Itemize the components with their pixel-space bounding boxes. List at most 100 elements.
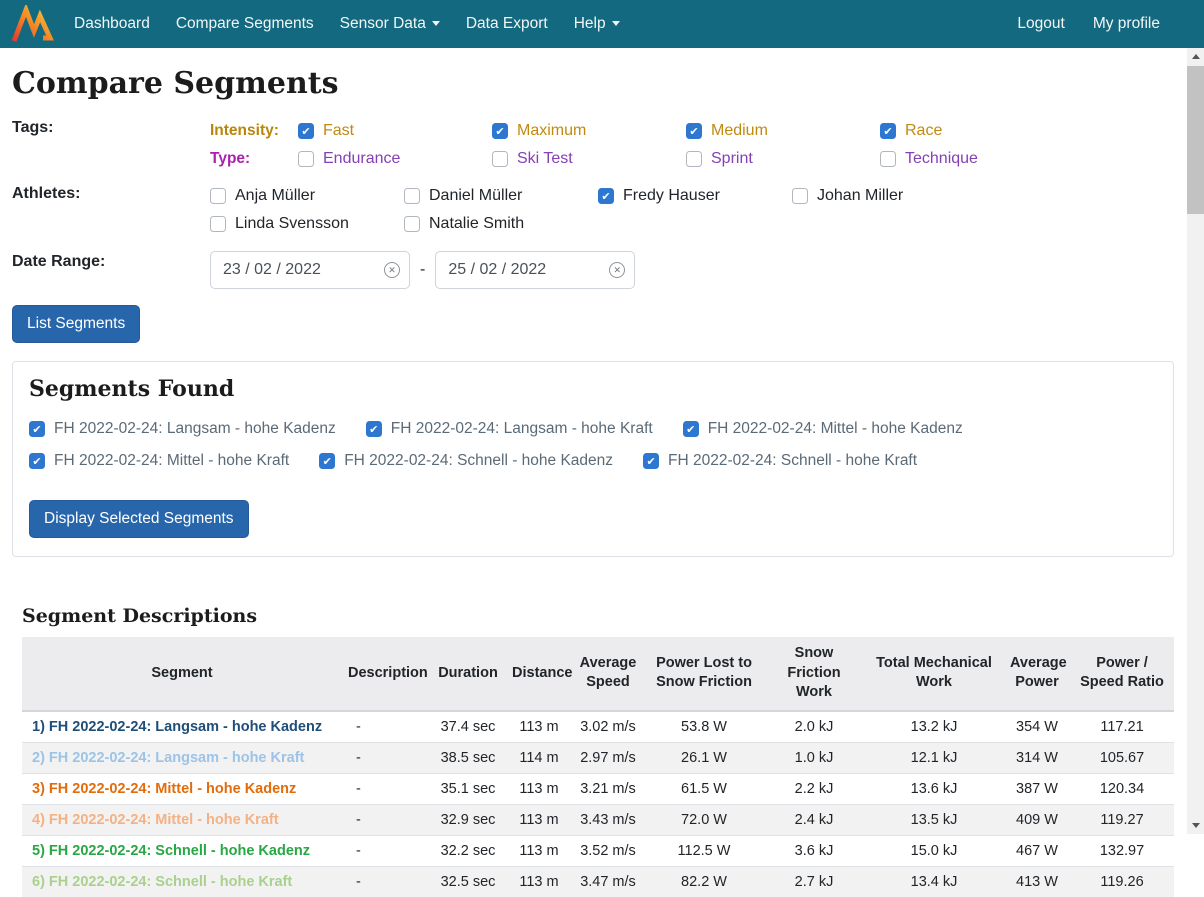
checkbox-option-linda-svensson[interactable]: Linda Svensson — [210, 211, 404, 237]
checkbox-label: FH 2022-02-24: Langsam - hohe Kadenz — [54, 420, 336, 438]
nav-item-dashboard[interactable]: Dashboard — [74, 15, 150, 33]
tags-content: Intensity: ✔Fast✔Maximum✔Medium✔Race Typ… — [210, 117, 1074, 173]
scrollbar-up-arrow[interactable] — [1187, 48, 1204, 65]
checkbox-option-fh-2022-02-24-langsam-hohe-kadenz[interactable]: ✔ FH 2022-02-24: Langsam - hohe Kadenz — [29, 416, 336, 442]
checkbox-checked-icon[interactable]: ✔ — [298, 123, 314, 139]
table-cell: 13.5 kJ — [864, 804, 1004, 835]
table-cell: 132.97 — [1070, 835, 1174, 866]
segment-descriptions-section: Segment Descriptions SegmentDescriptionD… — [12, 605, 1174, 897]
nav-item-sensor-data[interactable]: Sensor Data — [340, 15, 440, 33]
scrollbar-down-arrow[interactable] — [1187, 817, 1204, 834]
checkbox-label: FH 2022-02-24: Schnell - hohe Kadenz — [344, 452, 613, 470]
intensity-label: Intensity: — [210, 122, 298, 140]
nav-item-logout[interactable]: Logout — [1017, 15, 1064, 33]
checkbox-checked-icon[interactable]: ✔ — [598, 188, 614, 204]
table-cell: 2.4 kJ — [764, 804, 864, 835]
intensity-row: Intensity: ✔Fast✔Maximum✔Medium✔Race — [210, 117, 1074, 145]
nav-item-my-profile[interactable]: My profile — [1093, 15, 1160, 33]
table-cell: 1.0 kJ — [764, 742, 864, 773]
checkbox-label: FH 2022-02-24: Schnell - hohe Kraft — [668, 452, 917, 470]
date-from-input[interactable] — [210, 251, 410, 289]
checkbox-option-fh-2022-02-24-mittel-hohe-kadenz[interactable]: ✔ FH 2022-02-24: Mittel - hohe Kadenz — [683, 416, 963, 442]
checkbox-unchecked-icon[interactable] — [210, 188, 226, 204]
segment-name-cell: 3) FH 2022-02-24: Mittel - hohe Kadenz — [22, 773, 342, 804]
checkbox-unchecked-icon[interactable] — [404, 216, 420, 232]
checkbox-label: Endurance — [323, 150, 400, 168]
checkbox-unchecked-icon[interactable] — [492, 151, 508, 167]
checkbox-option-natalie-smith[interactable]: Natalie Smith — [404, 211, 598, 237]
date-to-input[interactable] — [435, 251, 635, 289]
checkbox-option-fast[interactable]: ✔Fast — [298, 118, 492, 144]
table-cell: 72.0 W — [644, 804, 764, 835]
display-selected-segments-button[interactable]: Display Selected Segments — [29, 500, 249, 538]
checkbox-option-ski-test[interactable]: Ski Test — [492, 146, 686, 172]
checkbox-unchecked-icon[interactable] — [404, 188, 420, 204]
checkbox-checked-icon[interactable]: ✔ — [319, 453, 335, 469]
checkbox-checked-icon[interactable]: ✔ — [492, 123, 508, 139]
checkbox-option-maximum[interactable]: ✔Maximum — [492, 118, 686, 144]
mountain-logo-icon — [10, 5, 54, 43]
checkbox-option-johan-miller[interactable]: Johan Miller — [792, 183, 986, 209]
segment-descriptions-table: SegmentDescriptionDurationDistanceAverag… — [22, 637, 1174, 897]
table-cell: 119.26 — [1070, 866, 1174, 897]
triangle-down-icon — [1192, 823, 1200, 828]
checkbox-label: FH 2022-02-24: Mittel - hohe Kadenz — [708, 420, 963, 438]
checkbox-option-technique[interactable]: Technique — [880, 146, 1074, 172]
segments-found-title: Segments Found — [29, 376, 1157, 402]
chevron-down-icon — [612, 21, 620, 26]
checkbox-checked-icon[interactable]: ✔ — [29, 453, 45, 469]
checkbox-label: Daniel Müller — [429, 187, 522, 205]
table-cell: 32.5 sec — [430, 866, 506, 897]
checkbox-checked-icon[interactable]: ✔ — [880, 123, 896, 139]
table-cell: 13.4 kJ — [864, 866, 1004, 897]
table-cell: 113 m — [506, 866, 572, 897]
checkbox-checked-icon[interactable]: ✔ — [366, 421, 382, 437]
date-range-row: Date Range: ✕ - ✕ — [12, 251, 1174, 289]
clear-date-to-icon[interactable]: ✕ — [609, 262, 625, 278]
checkbox-checked-icon[interactable]: ✔ — [683, 421, 699, 437]
segment-name-cell: 1) FH 2022-02-24: Langsam - hohe Kadenz — [22, 711, 342, 743]
checkbox-label: Linda Svensson — [235, 215, 349, 233]
checkbox-option-anja-m-ller[interactable]: Anja Müller — [210, 183, 404, 209]
table-cell: 120.34 — [1070, 773, 1174, 804]
clear-date-from-icon[interactable]: ✕ — [384, 262, 400, 278]
table-cell: - — [342, 773, 430, 804]
table-cell: 387 W — [1004, 773, 1070, 804]
table-cell: 15.0 kJ — [864, 835, 1004, 866]
nav-item-help[interactable]: Help — [574, 15, 620, 33]
checkbox-option-fh-2022-02-24-schnell-hohe-kraft[interactable]: ✔ FH 2022-02-24: Schnell - hohe Kraft — [643, 448, 917, 474]
tags-filter-row: Tags: Intensity: ✔Fast✔Maximum✔Medium✔Ra… — [12, 117, 1174, 173]
checkbox-option-sprint[interactable]: Sprint — [686, 146, 880, 172]
checkbox-unchecked-icon[interactable] — [686, 151, 702, 167]
table-cell: - — [342, 742, 430, 773]
checkbox-option-fh-2022-02-24-mittel-hohe-kraft[interactable]: ✔FH 2022-02-24: Mittel - hohe Kraft — [29, 448, 289, 474]
checkbox-option-race[interactable]: ✔Race — [880, 118, 1074, 144]
checkbox-unchecked-icon[interactable] — [298, 151, 314, 167]
table-cell: 119.27 — [1070, 804, 1174, 835]
checkbox-checked-icon[interactable]: ✔ — [643, 453, 659, 469]
nav-item-data-export[interactable]: Data Export — [466, 15, 548, 33]
scrollbar-thumb[interactable] — [1187, 66, 1204, 214]
brand-logo[interactable] — [10, 5, 54, 43]
checkbox-unchecked-icon[interactable] — [210, 216, 226, 232]
table-cell: - — [342, 866, 430, 897]
list-segments-button[interactable]: List Segments — [12, 305, 140, 343]
checkbox-label: Fredy Hauser — [623, 187, 720, 205]
nav-item-compare-segments[interactable]: Compare Segments — [176, 15, 314, 33]
checkbox-option-endurance[interactable]: Endurance — [298, 146, 492, 172]
checkbox-option-fredy-hauser[interactable]: ✔ Fredy Hauser — [598, 183, 792, 209]
checkbox-checked-icon[interactable]: ✔ — [29, 421, 45, 437]
column-header-description: Description — [342, 637, 430, 711]
table-row: 4) FH 2022-02-24: Mittel - hohe Kraft-32… — [22, 804, 1174, 835]
checkbox-unchecked-icon[interactable] — [792, 188, 808, 204]
column-header-average-power: Average Power — [1004, 637, 1070, 711]
checkbox-checked-icon[interactable]: ✔ — [686, 123, 702, 139]
checkbox-option-fh-2022-02-24-langsam-hohe-kraft[interactable]: ✔FH 2022-02-24: Langsam - hohe Kraft — [366, 416, 653, 442]
table-cell: 114 m — [506, 742, 572, 773]
checkbox-unchecked-icon[interactable] — [880, 151, 896, 167]
checkbox-option-medium[interactable]: ✔Medium — [686, 118, 880, 144]
checkbox-option-fh-2022-02-24-schnell-hohe-kadenz[interactable]: ✔ FH 2022-02-24: Schnell - hohe Kadenz — [319, 448, 613, 474]
checkbox-option-daniel-m-ller[interactable]: Daniel Müller — [404, 183, 598, 209]
date-range-inputs: ✕ - ✕ — [210, 251, 635, 289]
table-cell: 61.5 W — [644, 773, 764, 804]
